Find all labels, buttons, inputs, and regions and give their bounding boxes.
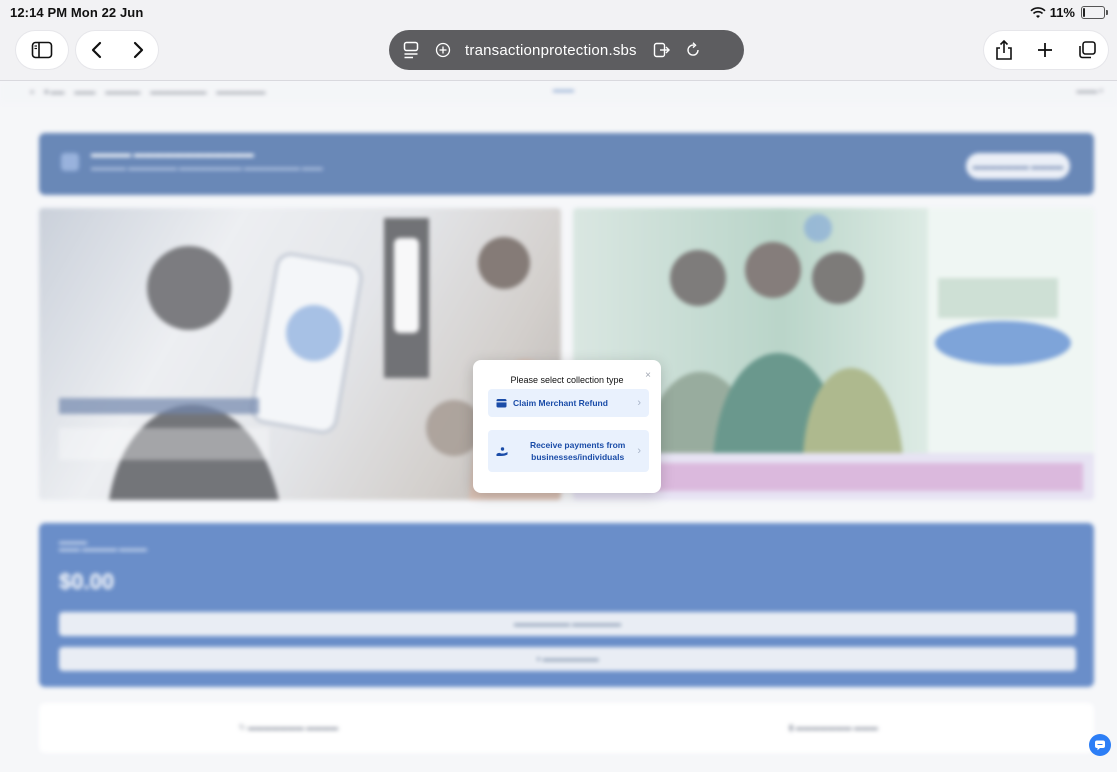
chat-icon xyxy=(1095,740,1105,751)
add-tab-plus-icon[interactable] xyxy=(435,42,451,58)
close-icon[interactable]: × xyxy=(645,370,651,381)
wifi-icon xyxy=(1030,6,1046,18)
new-tab-icon[interactable] xyxy=(1036,41,1054,59)
battery-icon xyxy=(1081,6,1108,19)
collection-type-modal: Please select collection type × Claim Me… xyxy=(473,360,661,493)
browser-toolbar: transactionprotection.sbs xyxy=(0,24,1117,81)
modal-title: Please select collection type xyxy=(510,375,624,385)
reader-icon[interactable] xyxy=(403,41,419,59)
claim-merchant-refund-option[interactable]: Claim Merchant Refund › xyxy=(488,389,649,417)
tabs-overview-icon[interactable] xyxy=(1077,40,1097,60)
battery-percent: 11% xyxy=(1049,5,1075,20)
receive-payments-option[interactable]: Receive payments from businesses/individ… xyxy=(488,430,649,472)
hand-coin-icon xyxy=(496,446,508,457)
sidebar-toggle-button[interactable] xyxy=(16,31,68,69)
toolbar-actions xyxy=(984,31,1108,69)
status-bar: 12:14 PM Mon 22 Jun 11% xyxy=(0,0,1117,24)
status-right: 11% xyxy=(1030,5,1108,20)
chevron-right-icon: › xyxy=(637,445,641,457)
address-bar[interactable]: transactionprotection.sbs xyxy=(389,30,744,70)
sidebar-icon xyxy=(31,41,53,59)
back-icon[interactable] xyxy=(90,40,104,60)
status-time: 12:14 PM Mon 22 Jun xyxy=(10,5,144,20)
wallet-icon xyxy=(496,398,507,408)
option-label: Claim Merchant Refund xyxy=(513,398,608,408)
forward-icon[interactable] xyxy=(131,40,145,60)
share-extension-icon[interactable] xyxy=(653,42,671,58)
chat-button[interactable] xyxy=(1089,734,1111,756)
chevron-right-icon: › xyxy=(637,397,641,409)
reload-icon[interactable] xyxy=(685,42,701,58)
option-label: Receive payments from businesses/individ… xyxy=(529,440,626,462)
history-nav xyxy=(76,31,158,69)
share-icon[interactable] xyxy=(995,39,1013,61)
url-text[interactable]: transactionprotection.sbs xyxy=(465,42,637,59)
